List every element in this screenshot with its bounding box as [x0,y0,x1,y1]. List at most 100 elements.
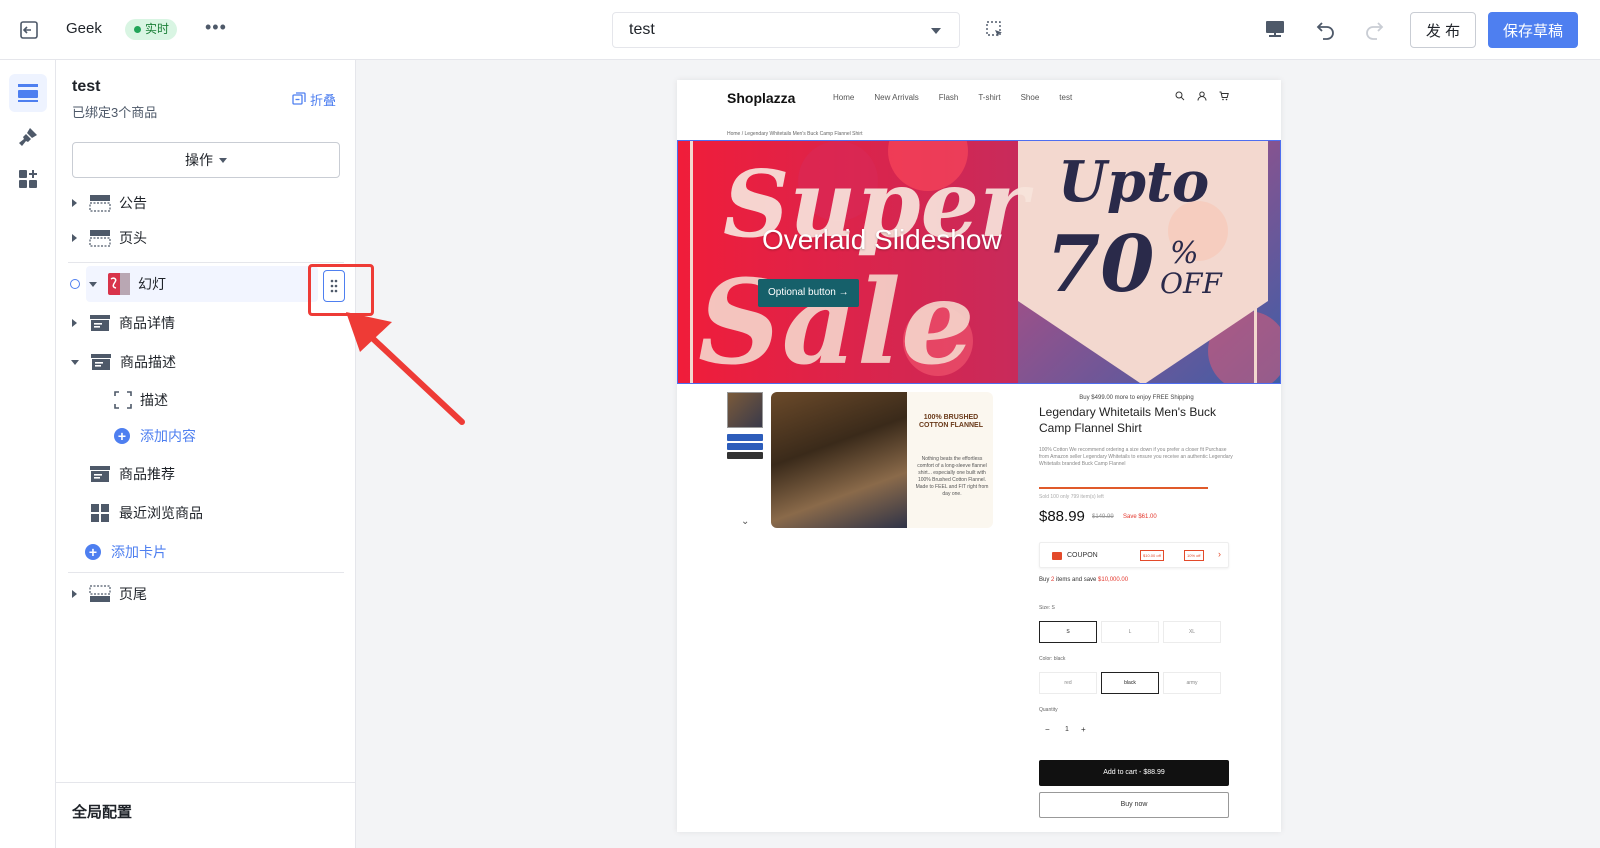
sections-icon [18,84,38,102]
add-content-button[interactable]: + 添加内容 [114,418,344,454]
page-select[interactable]: test [612,12,960,48]
banner-art-70: 70 [1046,219,1155,310]
add-to-cart-button[interactable]: Add to cart - $88.99 [1039,760,1229,786]
more-icon[interactable]: ••• [205,17,227,38]
breadcrumb: Home / Legendary Whitetails Men's Buck C… [727,131,863,137]
tree-item-description-block[interactable]: 描述 [114,382,344,418]
tree-item-footer[interactable]: 页尾 [68,576,344,612]
nav-tshirt[interactable]: T-shirt [978,93,1000,102]
apps-icon [19,170,37,188]
minus-icon[interactable]: − [1045,725,1050,734]
desktop-device-icon[interactable] [1264,18,1286,40]
add-card-button[interactable]: + 添加卡片 [68,534,344,570]
stock-progress-bar [1039,487,1208,489]
rail-apps[interactable] [9,160,47,198]
slideshow-banner[interactable]: Super Sale Upto 70 % OFF Overlaid Slides… [677,140,1281,384]
buy-now-button[interactable]: Buy now [1039,792,1229,818]
element-picker-icon[interactable] [985,20,1005,40]
size-option-l[interactable]: L [1101,621,1159,643]
grid-section-icon [91,504,109,522]
operations-label: 操作 [185,152,213,168]
tree-item-label: 商品描述 [120,354,176,370]
add-card-label: 添加卡片 [111,544,167,560]
tree-item-header[interactable]: 页头 [68,220,344,256]
stock-text: Sold 100 only 799 item(s) left [1039,494,1104,500]
tree-item-product-detail[interactable]: 商品详情 [68,305,344,341]
rail-sections[interactable] [9,74,47,112]
plus-icon: + [114,428,130,444]
bound-products-count: 已绑定3个商品 [72,105,158,120]
cart-icon[interactable] [1219,91,1229,101]
add-content-label: 添加内容 [140,428,196,444]
expand-arrow-icon[interactable] [72,590,77,598]
undo-icon[interactable] [1314,18,1338,42]
free-shipping-note: Buy $499.00 more to enjoy FREE Shipping [1079,395,1194,401]
image-headline: 100% BRUSHED COTTON FLANNEL [918,414,984,429]
product-main-image[interactable]: 100% BRUSHED COTTON FLANNEL Nothing beat… [771,392,993,528]
nav-flash[interactable]: Flash [939,93,959,102]
redo-icon[interactable] [1362,18,1386,42]
quantity-value[interactable]: 1 [1065,726,1069,733]
block-frame-icon [114,391,132,409]
quantity-stepper[interactable]: − 1 + [1039,722,1099,742]
expand-arrow-icon[interactable] [72,319,77,327]
expand-arrow-icon[interactable] [72,199,77,207]
save-draft-button[interactable]: 保存草稿 [1488,12,1578,48]
store-logo[interactable]: Shoplazza [727,90,795,106]
header-section-icon [89,230,111,247]
coupon-label: COUPON [1067,552,1098,559]
divider [68,262,344,263]
page-select-value: test [629,21,655,38]
tree-item-label: 幻灯 [138,276,166,292]
plus-icon: + [85,544,101,560]
publish-button[interactable]: 发 布 [1410,12,1476,48]
rail-theme-style[interactable] [9,118,47,156]
tree-item-product-recommend[interactable]: 商品推荐 [68,456,344,492]
coupon-bar[interactable]: COUPON $10.00 off 10% off › [1039,542,1229,568]
global-config-label: 全局配置 [72,804,133,821]
plus-icon[interactable]: + [1081,725,1086,734]
coupon-tag: $10.00 off [1140,550,1164,561]
product-description: 100% Cotton We recommend ordering a size… [1039,447,1233,467]
fold-button[interactable]: 折叠 [292,90,336,108]
nav-home[interactable]: Home [833,93,854,102]
banner-art-upto: Upto [1058,149,1209,215]
search-icon[interactable] [1175,91,1185,101]
paint-brush-icon [19,128,37,146]
coupon-chevron-icon: › [1218,549,1221,559]
banner-optional-button[interactable]: Optional button → [758,279,859,307]
store-preview: Shoplazza Home New Arrivals Flash T-shir… [677,80,1281,832]
tree-item-label: 最近浏览商品 [119,505,203,521]
nav-test[interactable]: test [1059,93,1072,102]
slideshow-thumbnail-icon [108,273,130,295]
thumbnails-chevron-down-icon[interactable]: ⌄ [741,516,749,527]
model-photo [771,392,907,528]
annotation-arrow-icon [346,312,465,425]
nav-shoe[interactable]: Shoe [1021,93,1040,102]
paypal-badge [727,434,763,441]
size-option-s[interactable]: S [1039,621,1097,643]
tree-item-product-description[interactable]: 商品描述 [68,344,344,380]
tree-item-label: 商品详情 [119,315,175,331]
nav-new-arrivals[interactable]: New Arrivals [874,93,918,102]
tree-item-recently-viewed[interactable]: 最近浏览商品 [68,495,344,531]
operations-button[interactable]: 操作 [72,142,340,178]
collapse-arrow-icon[interactable] [71,359,79,365]
global-config[interactable]: 全局配置 [56,782,356,848]
color-option-army[interactable]: army [1163,672,1221,694]
size-option-xl[interactable]: XL [1163,621,1221,643]
collapse-arrow-icon[interactable] [89,281,97,287]
account-icon[interactable] [1197,91,1207,101]
page-title: test [72,78,101,95]
exit-icon[interactable] [18,19,40,41]
tree-item-announcement[interactable]: 公告 [68,185,344,221]
product-section-icon [90,315,110,331]
color-option-black[interactable]: black [1101,672,1159,694]
color-option-red[interactable]: red [1039,672,1097,694]
expand-arrow-icon[interactable] [72,234,77,242]
size-label: Size: S [1039,605,1055,611]
coupon-icon [1052,552,1062,560]
banner-art-percent: % [1170,236,1199,271]
tree-item-slideshow[interactable]: 幻灯 [86,266,318,302]
product-thumbnail[interactable] [727,392,763,428]
